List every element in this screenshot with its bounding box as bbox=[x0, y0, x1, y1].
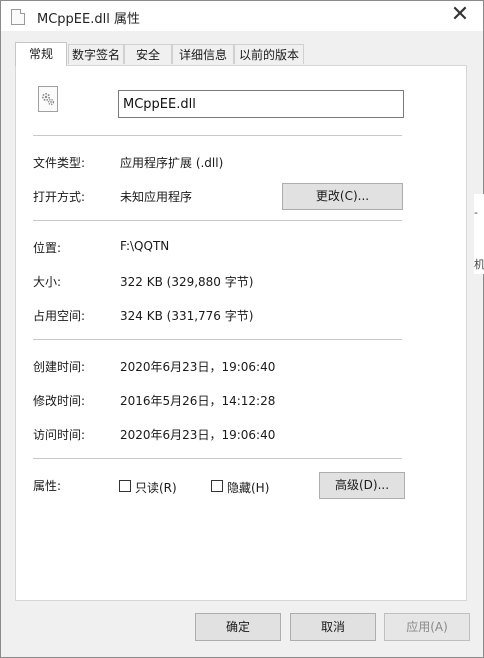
tab-security[interactable]: 安全 bbox=[124, 44, 172, 64]
size-value: 322 KB (329,880 字节) bbox=[120, 275, 254, 289]
separator bbox=[33, 339, 402, 340]
opens-with-label: 打开方式: bbox=[33, 190, 86, 204]
hidden-label[interactable]: 隐藏(H) bbox=[227, 479, 269, 496]
separator bbox=[33, 458, 402, 459]
ok-button[interactable]: 确定 bbox=[195, 613, 281, 641]
advanced-button[interactable]: 高级(D)... bbox=[319, 472, 405, 499]
readonly-label[interactable]: 只读(R) bbox=[135, 479, 177, 496]
properties-dialog: MCppEE.dll 属性 ✕ 常规 数字签名 安全 详细信息 以前的版本 文件… bbox=[0, 0, 484, 658]
filename-input[interactable] bbox=[118, 90, 404, 118]
modified-label: 修改时间: bbox=[33, 394, 86, 408]
created-value: 2020年6月23日，19:06:40 bbox=[120, 360, 276, 374]
background-text: 机 bbox=[474, 258, 484, 271]
close-button[interactable]: ✕ bbox=[443, 3, 477, 29]
readonly-checkbox[interactable] bbox=[119, 480, 131, 492]
accessed-label: 访问时间: bbox=[33, 428, 86, 442]
file-type-value: 应用程序扩展 (.dll) bbox=[120, 156, 224, 170]
separator bbox=[33, 220, 402, 221]
general-panel: 文件类型: 应用程序扩展 (.dll) 打开方式: 未知应用程序 更改(C)..… bbox=[15, 65, 467, 601]
size-on-disk-label: 占用空间: bbox=[33, 309, 86, 323]
location-label: 位置: bbox=[33, 241, 62, 255]
window-title: MCppEE.dll 属性 bbox=[37, 12, 140, 27]
title-bar[interactable]: MCppEE.dll 属性 ✕ bbox=[1, 1, 483, 31]
size-on-disk-value: 324 KB (331,776 字节) bbox=[120, 309, 254, 323]
tab-previous-versions[interactable]: 以前的版本 bbox=[234, 44, 304, 64]
modified-value: 2016年5月26日，14:12:28 bbox=[120, 394, 276, 408]
background-text: - bbox=[474, 206, 478, 219]
separator bbox=[33, 135, 402, 136]
file-icon bbox=[11, 9, 25, 25]
opens-with-value: 未知应用程序 bbox=[120, 190, 193, 204]
tab-digital-signatures[interactable]: 数字签名 bbox=[68, 44, 124, 64]
file-type-label: 文件类型: bbox=[33, 156, 86, 170]
attributes-label: 属性: bbox=[33, 479, 62, 493]
tab-general[interactable]: 常规 bbox=[15, 42, 67, 66]
cancel-button[interactable]: 取消 bbox=[290, 613, 376, 641]
change-button[interactable]: 更改(C)... bbox=[282, 183, 403, 210]
location-value: F:\QQTN bbox=[120, 239, 170, 253]
hidden-checkbox[interactable] bbox=[211, 480, 223, 492]
apply-button[interactable]: 应用(A) bbox=[384, 613, 470, 641]
dll-gear-icon bbox=[38, 86, 58, 112]
accessed-value: 2020年6月23日，19:06:40 bbox=[120, 428, 276, 442]
tab-details[interactable]: 详细信息 bbox=[172, 44, 234, 64]
size-label: 大小: bbox=[33, 275, 62, 289]
created-label: 创建时间: bbox=[33, 360, 86, 374]
